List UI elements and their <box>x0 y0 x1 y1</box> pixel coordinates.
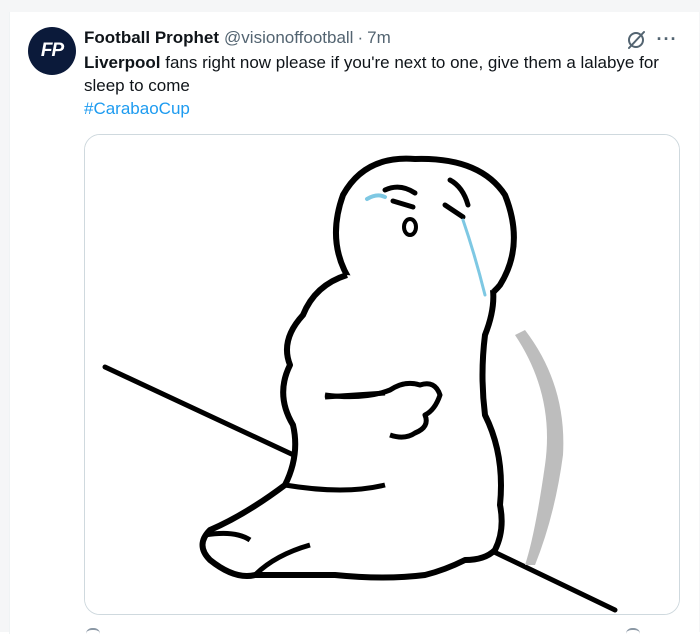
separator-dot: · <box>357 28 364 47</box>
tweet-header: Football Prophet @visionoffootball · 7m <box>84 27 391 49</box>
tweet-text-bold: Liverpool <box>84 53 161 72</box>
tweet-text-body: fans right now please if you're next to … <box>84 53 659 95</box>
grok-icon[interactable] <box>625 29 647 51</box>
avatar[interactable]: FP <box>28 27 76 75</box>
display-name[interactable]: Football Prophet <box>84 28 219 48</box>
share-icon[interactable] <box>626 628 640 638</box>
reply-icon[interactable] <box>86 628 100 638</box>
avatar-initials: FP <box>40 40 64 61</box>
user-handle[interactable]: @visionoffootball <box>224 28 353 48</box>
hashtag-link[interactable]: #CarabaoCup <box>84 97 684 120</box>
tweet-card[interactable]: FP Football Prophet @visionoffootball · … <box>9 12 699 634</box>
timestamp[interactable]: 7m <box>367 28 391 48</box>
crying-cartoon-image <box>85 135 679 614</box>
more-icon[interactable]: ··· <box>656 28 678 50</box>
tweet-text: Liverpool fans right now please if you'r… <box>84 51 684 120</box>
tweet-media-image[interactable] <box>84 134 680 615</box>
